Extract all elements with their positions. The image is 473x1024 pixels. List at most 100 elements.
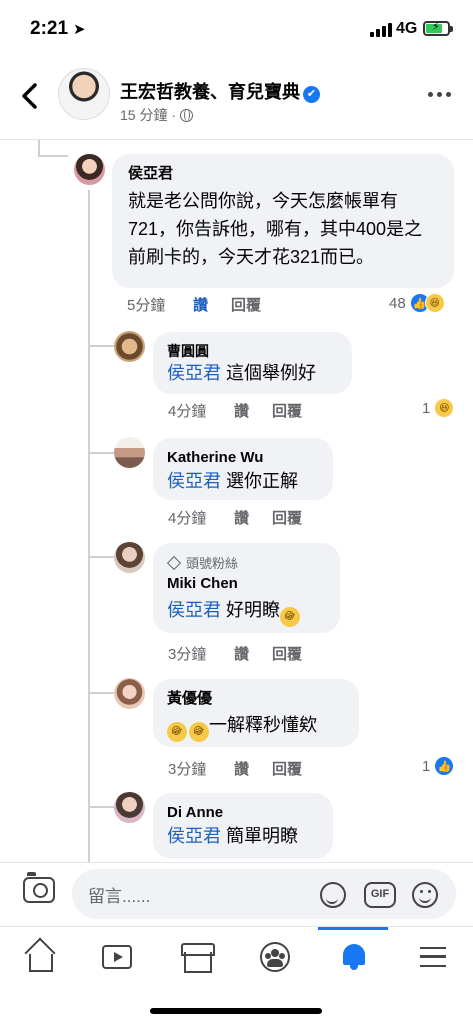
globe-icon — [180, 108, 194, 122]
thread-line — [88, 190, 90, 862]
rofl-emoji-icon: 😂 — [277, 604, 303, 630]
more-icon[interactable] — [428, 92, 451, 97]
comment-author[interactable]: Miki Chen — [167, 574, 326, 594]
comment-actions: 4分鐘 讚 回覆 — [168, 400, 302, 421]
marketplace-icon — [181, 943, 215, 973]
avatar[interactable] — [114, 437, 145, 468]
comment-text: 侯亞君 好明瞭 😂 — [167, 597, 326, 630]
thread-line — [88, 556, 114, 558]
haha-reaction-icon: 😆 — [424, 293, 445, 313]
avatar[interactable] — [114, 792, 145, 823]
comment-text: 侯亞君 簡單明瞭 — [167, 826, 299, 846]
mention-link[interactable]: 侯亞君 — [167, 826, 221, 846]
bell-icon — [341, 943, 367, 971]
network-type: 4G — [396, 20, 418, 37]
avatar[interactable] — [114, 331, 145, 362]
comment-text: 侯亞君 這個舉例好 — [167, 363, 317, 383]
watch-icon — [102, 945, 132, 969]
avatar[interactable] — [114, 542, 145, 573]
tab-menu[interactable] — [394, 927, 472, 987]
reaction-count: 1 — [422, 757, 431, 775]
comment-bubble: 曹圓圓 侯亞君 這個舉例好 — [153, 332, 352, 394]
home-icon — [25, 944, 53, 972]
comment-input[interactable]: 留言...... GIF — [72, 869, 456, 919]
comment-bubble: 頭號粉絲 Miki Chen 侯亞君 好明瞭 😂 — [153, 543, 340, 633]
rofl-emoji-icon: 😂 — [186, 719, 212, 745]
tab-marketplace[interactable] — [157, 927, 235, 987]
comment-author[interactable]: Di Anne — [167, 803, 319, 823]
haha-reaction-icon: 😆 — [434, 398, 455, 418]
reply-button[interactable]: 回覆 — [272, 643, 302, 664]
signal-icon — [370, 23, 392, 37]
comment-author[interactable]: 黃優優 — [167, 689, 345, 709]
page-avatar[interactable] — [58, 68, 110, 120]
thread-line — [88, 806, 114, 808]
comment-author[interactable]: 曹圓圓 — [167, 342, 338, 360]
battery-icon: ⚡ — [423, 21, 453, 36]
comment-text: 😂 😂 一解釋秒懂欸 — [164, 712, 345, 745]
gif-icon[interactable]: GIF — [364, 882, 396, 908]
tab-groups[interactable] — [236, 927, 314, 987]
comment-bubble: Di Anne 侯亞君 簡單明瞭 — [153, 793, 333, 859]
page-name[interactable]: 王宏哲教養、育兒寶典 ✔ — [120, 78, 320, 104]
thread-line — [88, 345, 114, 347]
emoji-icon[interactable] — [412, 882, 438, 908]
rofl-emoji-icon: 😂 — [164, 719, 190, 745]
tab-watch[interactable] — [78, 927, 156, 987]
like-button[interactable]: 讚 — [234, 643, 272, 664]
reaction-summary[interactable]: 1 😆 — [422, 398, 455, 418]
reply-button[interactable]: 回覆 — [272, 400, 302, 421]
comment-placeholder: 留言...... — [88, 887, 151, 906]
like-button[interactable]: 讚 — [234, 400, 272, 421]
sticker-icon[interactable] — [320, 882, 346, 908]
comment-text: 就是老公問你說，今天怎麼帳單有721，你告訴他，哪有，其中400是之前刷卡的，今… — [128, 191, 423, 267]
comment-author[interactable]: 侯亞君 — [128, 164, 438, 184]
comment-actions: 3分鐘 讚 回覆 — [168, 643, 302, 664]
reaction-summary[interactable]: 1 👍 — [422, 756, 455, 776]
reply-button[interactable]: 回覆 — [272, 758, 302, 779]
verified-icon: ✔ — [303, 86, 320, 103]
comment-bubble: 侯亞君 就是老公問你說，今天怎麼帳單有721，你告訴他，哪有，其中400是之前刷… — [112, 154, 454, 288]
bottom-tab-bar — [0, 926, 473, 990]
like-reaction-icon: 👍 — [434, 756, 455, 776]
thread-line — [88, 452, 114, 454]
comment-time: 5分鐘 — [127, 297, 166, 314]
comment-time: 4分鐘 — [168, 403, 207, 420]
mention-link[interactable]: 侯亞君 — [167, 471, 221, 491]
tab-notifications[interactable] — [315, 927, 393, 987]
groups-icon — [260, 942, 290, 972]
diamond-icon — [166, 555, 182, 570]
comment-actions: 3分鐘 讚 回覆 — [168, 758, 302, 779]
like-button[interactable]: 讚 — [193, 294, 231, 315]
location-arrow-icon: ➤ — [73, 21, 86, 38]
home-indicator[interactable] — [150, 1008, 322, 1014]
camera-icon[interactable] — [23, 872, 55, 903]
mention-link[interactable]: 侯亞君 — [167, 600, 221, 620]
avatar[interactable] — [74, 154, 105, 185]
thread-line — [38, 155, 68, 157]
status-time: 2:21 — [30, 18, 69, 39]
comment-text: 侯亞君 選你正解 — [167, 471, 299, 491]
like-button[interactable]: 讚 — [234, 758, 272, 779]
comment-time: 3分鐘 — [168, 761, 207, 778]
mention-link[interactable]: 侯亞君 — [167, 363, 221, 383]
comment-actions: 5分鐘 讚 回覆 — [127, 294, 261, 315]
status-bar: 2:21 ➤ 4G ⚡ — [0, 0, 473, 56]
reaction-summary[interactable]: 48 👍 😆 — [389, 293, 445, 313]
comment-bubble: 黃優優 😂 😂 一解釋秒懂欸 — [153, 679, 359, 747]
back-arrow-icon[interactable] — [18, 80, 42, 112]
post-header: 王宏哲教養、育兒寶典 ✔ 15 分鐘 · — [0, 56, 473, 140]
comment-time: 4分鐘 — [168, 510, 207, 527]
reply-button[interactable]: 回覆 — [231, 294, 261, 315]
post-time: 15 分鐘 — [120, 107, 168, 123]
reply-button[interactable]: 回覆 — [272, 507, 302, 528]
avatar[interactable] — [114, 678, 145, 709]
tab-home[interactable] — [0, 927, 78, 987]
comment-author[interactable]: Katherine Wu — [167, 448, 319, 468]
comment-actions: 4分鐘 讚 回覆 — [168, 507, 302, 528]
comment-time: 3分鐘 — [168, 646, 207, 663]
comment-bubble: Katherine Wu 侯亞君 選你正解 — [153, 438, 333, 500]
thread-line — [38, 140, 40, 155]
post-meta: 15 分鐘 · — [120, 105, 194, 125]
like-button[interactable]: 讚 — [234, 507, 272, 528]
